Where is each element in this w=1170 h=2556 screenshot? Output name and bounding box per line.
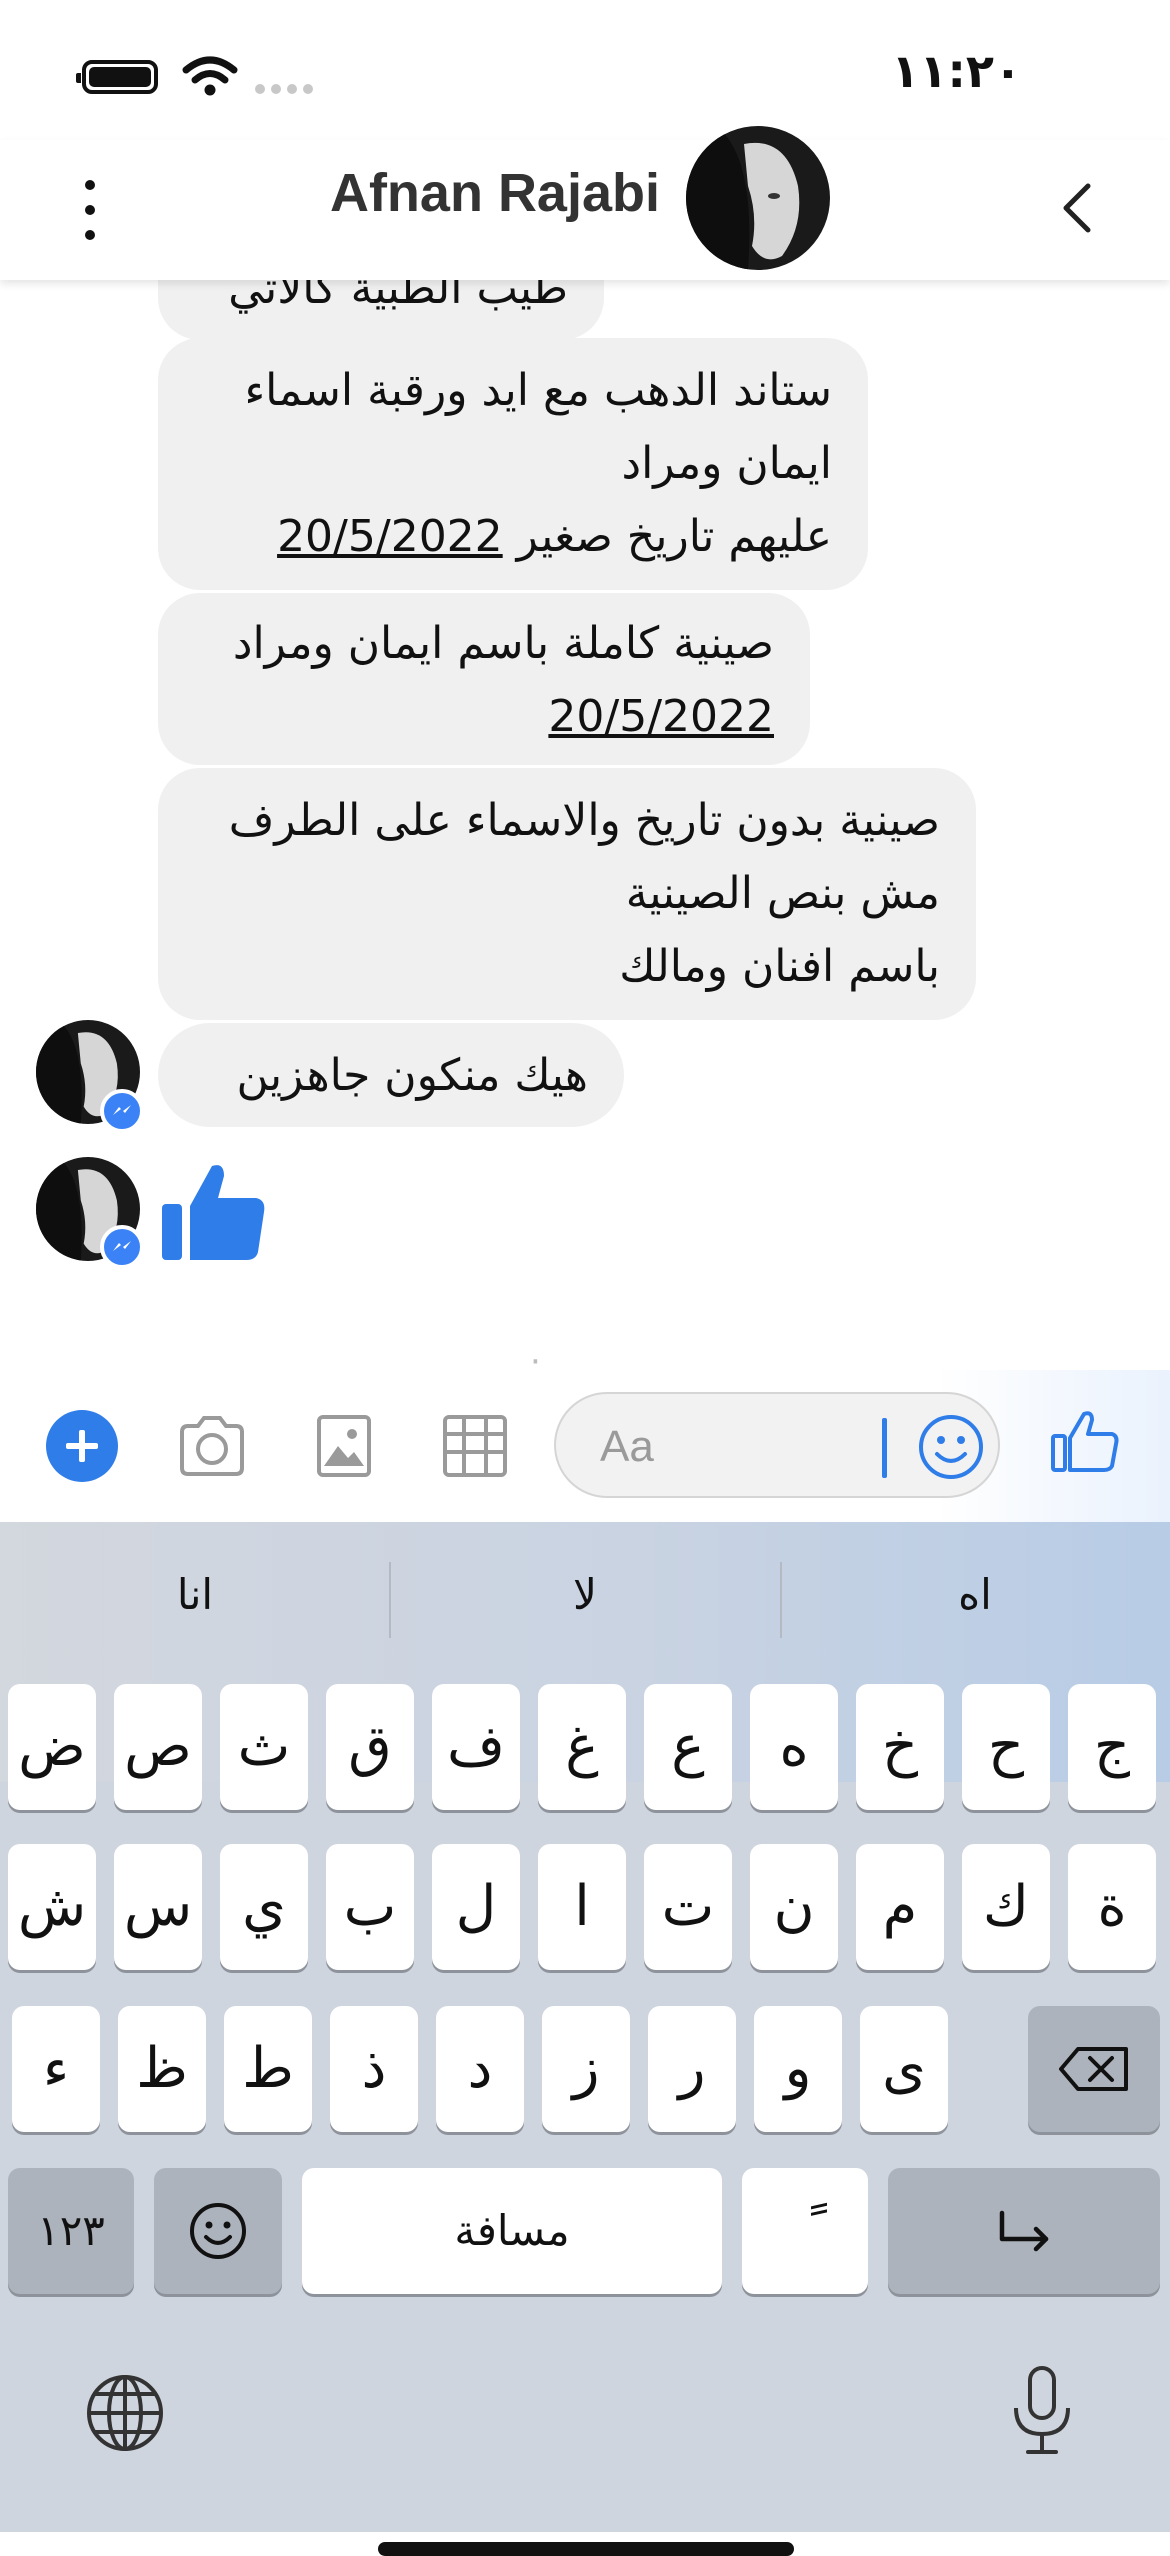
more-options-button[interactable] <box>74 172 106 248</box>
messenger-badge-icon <box>100 1225 144 1269</box>
letter-key[interactable]: ه <box>750 1684 838 1810</box>
letter-key[interactable]: غ <box>538 1684 626 1810</box>
letter-key[interactable]: ت <box>644 1844 732 1970</box>
message-text: مش بنص الصينية <box>625 868 940 919</box>
message-list[interactable]: طيب الطبية كالاتي ستاند الدهب مع ايد ورق… <box>0 280 1170 1370</box>
suggestion-item[interactable]: انا <box>0 1570 390 1619</box>
letter-key[interactable]: ب <box>326 1844 414 1970</box>
letter-key[interactable]: د <box>436 2006 524 2132</box>
conversation-header: Afnan Rajabi <box>0 126 1170 280</box>
contact-avatar[interactable] <box>686 126 830 270</box>
globe-icon[interactable] <box>84 2372 166 2454</box>
letter-key[interactable]: ر <box>648 2006 736 2132</box>
letter-key[interactable]: ذ <box>330 2006 418 2132</box>
messenger-badge-icon <box>100 1089 144 1133</box>
contact-name[interactable]: Afnan Rajabi <box>330 162 660 224</box>
message-bubble[interactable]: ستاند الدهب مع ايد ورقبة اسماء ايمان ومر… <box>158 338 868 590</box>
message-input[interactable]: Aa <box>554 1392 1000 1498</box>
letter-key[interactable]: ض <box>8 1684 96 1810</box>
letter-key[interactable]: ن <box>750 1844 838 1970</box>
letter-key[interactable]: ء <box>12 2006 100 2132</box>
status-time: ١١:٢٠ <box>891 44 1022 98</box>
message-text: ستاند الدهب مع ايد ورقبة اسماء <box>244 365 832 416</box>
letter-key[interactable]: ث <box>220 1684 308 1810</box>
letter-key[interactable]: ل <box>432 1844 520 1970</box>
diacritic-key[interactable]: ً <box>742 2168 868 2294</box>
letter-key[interactable]: س <box>114 1844 202 1970</box>
message-bubble[interactable]: صينية بدون تاريخ والاسماء على الطرف مش ب… <box>158 768 976 1020</box>
letter-key[interactable]: ة <box>1068 1844 1156 1970</box>
suggestion-bar: انا لا اه <box>0 1522 1170 1672</box>
letter-key[interactable]: م <box>856 1844 944 1970</box>
back-chevron-icon[interactable] <box>1052 176 1102 240</box>
letter-key[interactable]: ج <box>1068 1684 1156 1810</box>
message-text: طيب الطبية كالاتي <box>228 280 568 314</box>
letter-key[interactable]: ش <box>8 1844 96 1970</box>
space-key[interactable]: مسافة <box>302 2168 722 2294</box>
letter-key[interactable]: ك <box>962 1844 1050 1970</box>
emoji-key[interactable] <box>154 2168 282 2294</box>
numbers-key[interactable]: ١٢٣ <box>8 2168 134 2294</box>
message-placeholder: Aa <box>600 1422 654 1471</box>
letter-key[interactable]: ص <box>114 1684 202 1810</box>
composer-bar: Aa <box>0 1370 1170 1522</box>
wifi-icon <box>182 56 238 96</box>
home-indicator <box>378 2542 794 2556</box>
sticker-grid-icon[interactable] <box>442 1414 508 1478</box>
letter-key[interactable]: و <box>754 2006 842 2132</box>
signal-icon <box>255 84 313 94</box>
delete-key[interactable] <box>1028 2006 1160 2132</box>
suggestion-item[interactable]: اه <box>780 1570 1170 1619</box>
text-caret <box>882 1418 887 1478</box>
like-button-icon[interactable] <box>1050 1408 1120 1474</box>
letter-key[interactable]: ز <box>542 2006 630 2132</box>
message-bubble[interactable]: طيب الطبية كالاتي <box>158 280 604 340</box>
delete-icon <box>1059 2047 1128 2091</box>
letter-key[interactable]: ا <box>538 1844 626 1970</box>
letter-key[interactable]: ي <box>220 1844 308 1970</box>
message-date-link[interactable]: 20/5/2022 <box>277 511 503 562</box>
return-icon <box>999 2210 1049 2252</box>
suggestion-item[interactable]: لا <box>390 1570 780 1619</box>
message-text: صينية كاملة باسم ايمان ومراد <box>232 618 774 669</box>
add-button[interactable] <box>46 1410 118 1482</box>
message-text: باسم افنان ومالك <box>619 941 940 992</box>
letter-key[interactable]: ق <box>326 1684 414 1810</box>
return-key[interactable] <box>888 2168 1160 2294</box>
letter-key[interactable]: ع <box>644 1684 732 1810</box>
message-bubble[interactable]: صينية كاملة باسم ايمان ومراد 20/5/2022 <box>158 593 810 765</box>
seen-indicator: · <box>530 1342 541 1370</box>
microphone-icon[interactable] <box>1008 2364 1076 2456</box>
letter-key[interactable]: ظ <box>118 2006 206 2132</box>
emoji-picker-icon[interactable] <box>916 1412 986 1482</box>
message-date-link[interactable]: 20/5/2022 <box>548 691 774 742</box>
letter-key[interactable]: ف <box>432 1684 520 1810</box>
letter-key[interactable]: خ <box>856 1684 944 1810</box>
status-bar: ١١:٢٠ <box>0 0 1170 140</box>
message-text: ايمان ومراد <box>621 438 832 489</box>
keyboard: انا لا اه جحخهعغفقثصض ةكمنتالبيسش ىورزدذطظ… <box>0 1522 1170 2556</box>
letter-key[interactable]: ح <box>962 1684 1050 1810</box>
gallery-icon[interactable] <box>316 1414 372 1478</box>
message-text: صينية بدون تاريخ والاسماء على الطرف <box>228 795 940 846</box>
message-bubble[interactable]: هيك منكون جاهزين <box>158 1023 624 1127</box>
letter-key[interactable]: ط <box>224 2006 312 2132</box>
emoji-icon <box>190 2203 246 2259</box>
message-text: عليهم تاريخ صغير <box>516 511 832 562</box>
thumbs-up-message-icon[interactable] <box>160 1158 268 1266</box>
battery-icon <box>76 60 158 94</box>
message-text: هيك منكون جاهزين <box>236 1050 588 1101</box>
camera-icon[interactable] <box>176 1414 248 1478</box>
letter-key[interactable]: ى <box>860 2006 948 2132</box>
